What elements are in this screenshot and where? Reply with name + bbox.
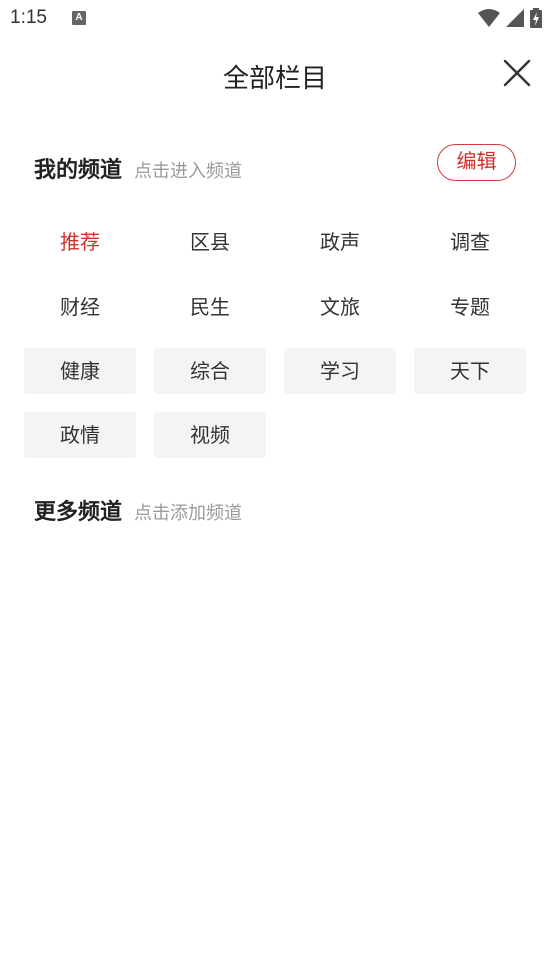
channel-item[interactable]: 政情 bbox=[24, 412, 136, 458]
page-title: 全部栏目 bbox=[222, 64, 327, 94]
more-channels-hint: 点击添加频道 bbox=[134, 503, 243, 524]
status-icons bbox=[478, 8, 542, 28]
battery-charging-icon bbox=[530, 8, 542, 28]
my-channels-hint: 点击进入频道 bbox=[134, 161, 243, 182]
channel-item[interactable]: 视频 bbox=[154, 412, 266, 458]
edit-button[interactable]: 编辑 bbox=[437, 144, 516, 181]
header: 全部栏目 bbox=[0, 38, 550, 112]
channel-item[interactable]: 文旅 bbox=[284, 284, 396, 330]
more-channels-header: 更多频道 点击添加频道 bbox=[34, 494, 242, 526]
my-channels-title: 我的频道 bbox=[34, 157, 123, 183]
channel-item[interactable]: 天下 bbox=[414, 348, 526, 394]
channel-item[interactable]: 区县 bbox=[154, 219, 266, 265]
signal-icon bbox=[506, 9, 524, 27]
more-channels-title: 更多频道 bbox=[34, 499, 123, 525]
notification-a-icon: A bbox=[72, 11, 86, 25]
channel-item[interactable]: 专题 bbox=[414, 284, 526, 330]
my-channels-header: 我的频道 点击进入频道 bbox=[34, 152, 242, 184]
status-bar: 1:15 A bbox=[0, 0, 550, 38]
close-button[interactable] bbox=[500, 56, 534, 90]
channel-item[interactable]: 健康 bbox=[24, 348, 136, 394]
wifi-icon bbox=[478, 9, 500, 27]
channel-item[interactable]: 调查 bbox=[414, 219, 526, 265]
channel-item[interactable]: 财经 bbox=[24, 284, 136, 330]
channel-item[interactable]: 民生 bbox=[154, 284, 266, 330]
channel-item[interactable]: 推荐 bbox=[24, 219, 136, 265]
status-time: 1:15 bbox=[10, 7, 47, 28]
close-icon bbox=[503, 59, 531, 87]
channel-item[interactable]: 综合 bbox=[154, 348, 266, 394]
channel-item[interactable]: 政声 bbox=[284, 219, 396, 265]
channel-item[interactable]: 学习 bbox=[284, 348, 396, 394]
